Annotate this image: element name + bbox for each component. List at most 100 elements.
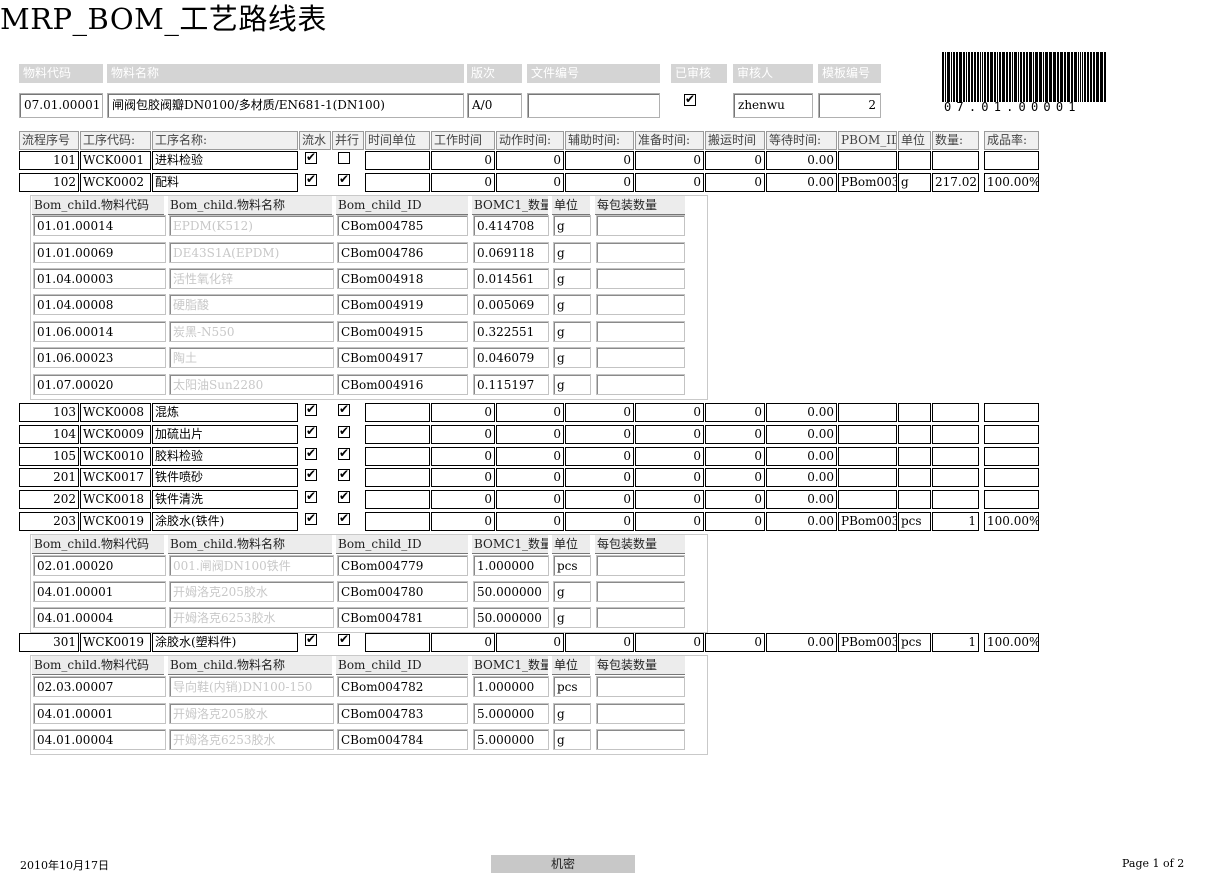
barcode-text: 07.01.00001: [944, 100, 1081, 114]
col-wait-time: 等待时间:: [766, 131, 837, 150]
col-move-time: 搬运时间: [705, 131, 765, 150]
child-name-cell: 活性氧化锌: [169, 268, 334, 289]
child-unit-cell: g: [553, 581, 591, 602]
flow-checkbox[interactable]: [305, 445, 317, 461]
parallel-checkbox[interactable]: [338, 152, 350, 164]
parallel-checkbox[interactable]: [338, 466, 350, 482]
flow-checkbox[interactable]: [305, 466, 317, 482]
op-unit-cell: [898, 403, 931, 422]
parallel-checkbox[interactable]: [338, 510, 350, 526]
barcode-bar: [1026, 52, 1028, 102]
op-prep-cell: 0: [635, 490, 704, 509]
child-col-id: Bom_child_ID: [336, 196, 468, 215]
flow-checkbox[interactable]: [305, 423, 317, 439]
barcode-bar: [1018, 52, 1019, 102]
child-unit-cell: g: [553, 242, 591, 263]
op-name-cell: 涂胶水(塑料件): [152, 633, 298, 652]
flow-checkbox[interactable]: [305, 488, 317, 504]
op-prep-cell: 0: [635, 633, 704, 652]
barcode-bar: [997, 52, 998, 102]
flow-checkbox[interactable]: [305, 171, 317, 187]
op-qty-cell: 1: [932, 633, 979, 652]
child-id-cell: CBom004785: [337, 215, 468, 236]
child-name-cell: 炭黑-N550: [169, 321, 334, 342]
barcode-bar: [1020, 52, 1022, 102]
confidential-label: 机密: [491, 855, 635, 873]
child-code-cell: 02.01.00020: [33, 555, 166, 576]
child-name-cell: DE43S1A(EPDM): [169, 242, 334, 263]
barcode-bar: [963, 52, 965, 102]
flow-checkbox[interactable]: [305, 149, 317, 165]
flow-checkbox[interactable]: [305, 631, 317, 647]
op-name-cell: 配料: [152, 173, 298, 192]
child-name-cell: 硬脂酸: [169, 294, 334, 315]
child-qty-cell: 0.005069: [473, 294, 549, 315]
child-pack-cell: [596, 607, 685, 628]
op-time-unit-cell: [365, 512, 430, 531]
child-code-cell: 01.06.00023: [33, 347, 166, 368]
child-col-unit: 单位: [552, 535, 590, 554]
audited-checkbox[interactable]: [684, 91, 696, 107]
op-prep-cell: 0: [635, 425, 704, 444]
op-pbom-cell: PBom0035: [838, 633, 897, 652]
barcode-bar: [994, 52, 996, 102]
op-name-cell: 铁件喷砂: [152, 468, 298, 487]
barcode-bar: [1053, 52, 1056, 102]
child-col-name: Bom_child.物料名称: [168, 656, 332, 675]
barcode-bar: [1014, 52, 1017, 102]
op-action-cell: 0: [496, 403, 564, 422]
child-id-cell: CBom004784: [337, 729, 468, 750]
op-yield-cell: 100.00%: [984, 633, 1039, 652]
child-unit-cell: g: [553, 347, 591, 368]
op-wait-cell: 0.00: [766, 403, 837, 422]
barcode-bar: [1082, 52, 1083, 102]
child-unit-cell: pcs: [553, 676, 591, 697]
child-name-cell: 开姆洛克205胶水: [169, 703, 334, 724]
op-seq-cell: 203: [19, 512, 79, 531]
op-aux-cell: 0: [565, 151, 634, 170]
op-action-cell: 0: [496, 490, 564, 509]
child-name-cell: 太阳油Sun2280: [169, 374, 334, 395]
op-aux-cell: 0: [565, 512, 634, 531]
parallel-checkbox[interactable]: [338, 171, 350, 187]
parallel-checkbox[interactable]: [338, 423, 350, 439]
flow-checkbox[interactable]: [305, 510, 317, 526]
barcode-bar: [1096, 52, 1099, 102]
col-aux-time: 辅助时间:: [565, 131, 634, 150]
flow-checkbox[interactable]: [305, 401, 317, 417]
op-unit-cell: g: [898, 173, 931, 192]
op-work-cell: 0: [431, 425, 495, 444]
op-pbom-cell: [838, 468, 897, 487]
op-yield-cell: [984, 151, 1039, 170]
child-pack-cell: [596, 242, 685, 263]
parallel-checkbox[interactable]: [338, 488, 350, 504]
child-name-cell: 导向鞋(内销)DN100-150: [169, 676, 334, 697]
op-action-cell: 0: [496, 512, 564, 531]
op-action-cell: 0: [496, 151, 564, 170]
child-col-qty: BOMC1_数量: [472, 196, 548, 215]
child-name-cell: 开姆洛克6253胶水: [169, 729, 334, 750]
child-qty-cell: 0.115197: [473, 374, 549, 395]
op-aux-cell: 0: [565, 173, 634, 192]
op-action-cell: 0: [496, 425, 564, 444]
op-unit-cell: [898, 425, 931, 444]
op-prep-cell: 0: [635, 512, 704, 531]
parallel-checkbox[interactable]: [338, 401, 350, 417]
child-pack-cell: [596, 676, 685, 697]
child-pack-cell: [596, 703, 685, 724]
child-code-cell: 01.04.00003: [33, 268, 166, 289]
op-move-cell: 0: [705, 633, 765, 652]
label-version: 版次: [467, 64, 522, 83]
op-work-cell: 0: [431, 403, 495, 422]
child-id-cell: CBom004915: [337, 321, 468, 342]
barcode-bar: [1071, 52, 1073, 102]
page-title: MRP_BOM_工艺路线表: [0, 2, 327, 36]
child-code-cell: 01.01.00014: [33, 215, 166, 236]
parallel-checkbox[interactable]: [338, 445, 350, 461]
parallel-checkbox[interactable]: [338, 631, 350, 647]
op-aux-cell: 0: [565, 468, 634, 487]
child-name-cell: 陶土: [169, 347, 334, 368]
child-pack-cell: [596, 294, 685, 315]
child-id-cell: CBom004781: [337, 607, 468, 628]
op-work-cell: 0: [431, 468, 495, 487]
